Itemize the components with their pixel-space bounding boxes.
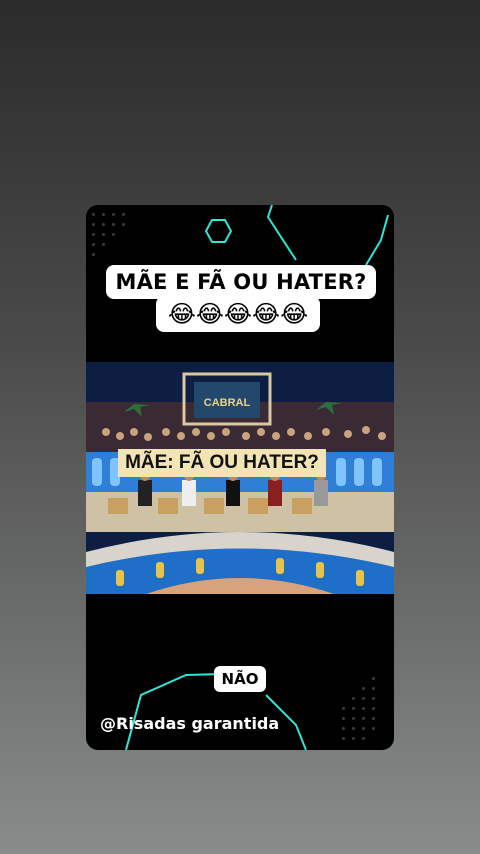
answer-label: NÃO (214, 666, 266, 692)
stage-banner: MÃE: FÃ OU HATER? (118, 449, 326, 477)
caption-emoji: 😂😂😂😂😂 (156, 296, 320, 332)
story-screen: { "caption": { "line1": "MÃE E FÃ OU HAT… (0, 0, 480, 854)
watermark-handle: @Risadas garantida (100, 714, 280, 733)
video-frame[interactable]: CABRAL MÃE: FÃ OU HATER? (86, 362, 394, 594)
video-post-card[interactable]: MÃE E FÃ OU HATER? 😂😂😂😂😂 CABRAL MÃE: FÃ … (86, 205, 394, 750)
tv-studio-scene: CABRAL (86, 362, 394, 594)
show-logo-text: CABRAL (204, 397, 251, 409)
caption-title: MÃE E FÃ OU HATER? (106, 265, 376, 299)
